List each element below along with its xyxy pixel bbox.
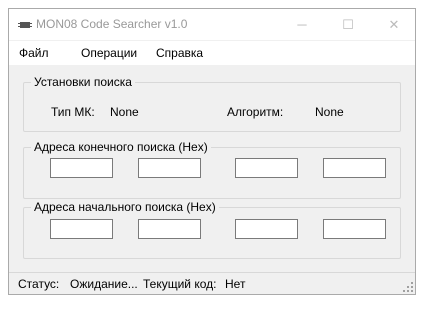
start-address-field-1[interactable]	[50, 219, 113, 239]
algorithm-value: None	[315, 105, 344, 119]
end-address-title: Адреса конечного поиска (Hex)	[31, 140, 211, 154]
current-code-value: Нет	[225, 277, 246, 291]
status-label: Статус:	[18, 277, 60, 291]
window-title: MON08 Code Searcher v1.0	[36, 17, 188, 31]
status-value: Ожидание...	[70, 277, 138, 291]
maximize-button[interactable]: ☐	[325, 9, 371, 40]
title-bar[interactable]: MON08 Code Searcher v1.0 ─ ☐ ✕	[9, 9, 415, 40]
app-icon	[18, 22, 32, 28]
current-code-label: Текущий код:	[143, 277, 217, 291]
minimize-button[interactable]: ─	[279, 9, 325, 40]
algorithm-label: Алгоритм:	[227, 105, 284, 119]
end-address-field-1[interactable]	[50, 158, 113, 178]
end-address-field-2[interactable]	[138, 158, 201, 178]
status-bar: Статус: Ожидание... Текущий код: Нет	[9, 272, 415, 294]
search-settings-group: Установки поиска Тип МК: None Алгоритм: …	[23, 75, 401, 132]
menu-file[interactable]: Файл	[19, 46, 49, 60]
end-address-field-3[interactable]	[235, 158, 298, 178]
menu-operations[interactable]: Операции	[81, 46, 137, 60]
menu-help[interactable]: Справка	[156, 46, 203, 60]
close-button[interactable]: ✕	[371, 9, 417, 40]
start-address-field-2[interactable]	[138, 219, 201, 239]
size-grip-icon[interactable]	[403, 282, 413, 292]
start-address-field-3[interactable]	[235, 219, 298, 239]
start-address-title: Адреса начального поиска (Hex)	[31, 200, 219, 214]
mk-type-value: None	[110, 105, 139, 119]
mk-type-label: Тип МК:	[51, 105, 95, 119]
end-address-field-4[interactable]	[323, 158, 386, 178]
app-window: MON08 Code Searcher v1.0 ─ ☐ ✕ Файл Опер…	[8, 8, 416, 295]
start-address-field-4[interactable]	[323, 219, 386, 239]
menu-bar: Файл Операции Справка	[9, 41, 415, 65]
search-settings-title: Установки поиска	[31, 75, 135, 89]
